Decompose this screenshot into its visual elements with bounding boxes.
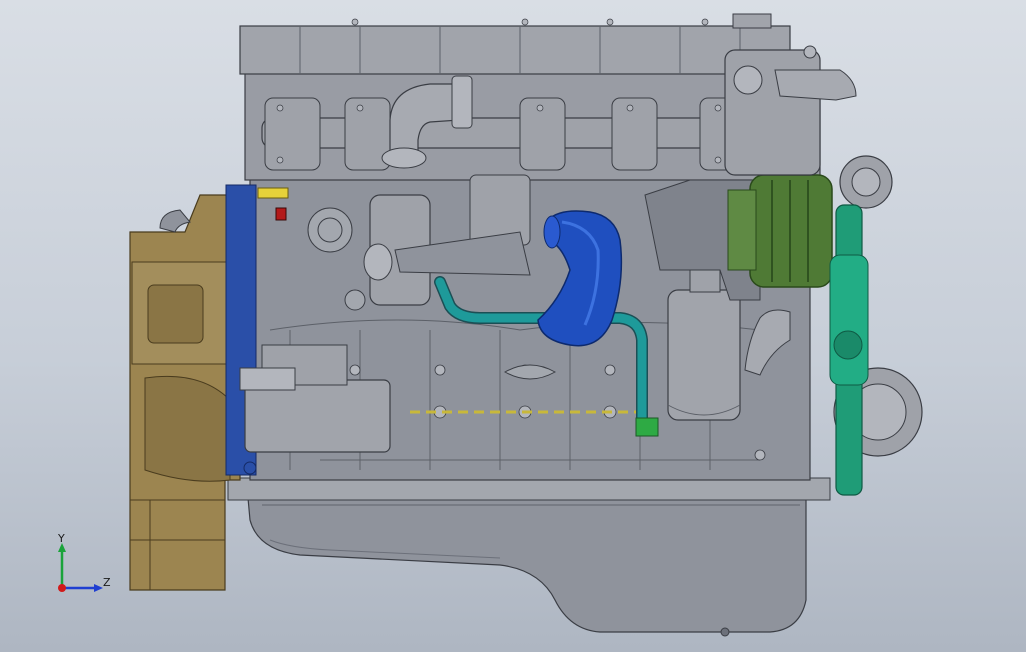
cad-viewport[interactable]: Y Z <box>0 0 1026 652</box>
z-axis-label: Z <box>103 576 111 589</box>
coordinate-triad <box>58 543 103 592</box>
oil-pan[interactable] <box>247 497 807 637</box>
thermostat-housing[interactable] <box>724 45 857 176</box>
engine-model[interactable] <box>0 0 1026 652</box>
identification-tag <box>257 187 289 199</box>
belt-drive[interactable] <box>829 155 923 496</box>
alternator[interactable] <box>727 174 833 288</box>
pan-rail <box>227 477 831 501</box>
vent-hose <box>159 209 191 233</box>
bellhousing[interactable] <box>129 194 241 591</box>
y-axis-label: Y <box>58 532 65 545</box>
x-axis-dot <box>58 584 66 592</box>
warning-label <box>275 207 287 221</box>
